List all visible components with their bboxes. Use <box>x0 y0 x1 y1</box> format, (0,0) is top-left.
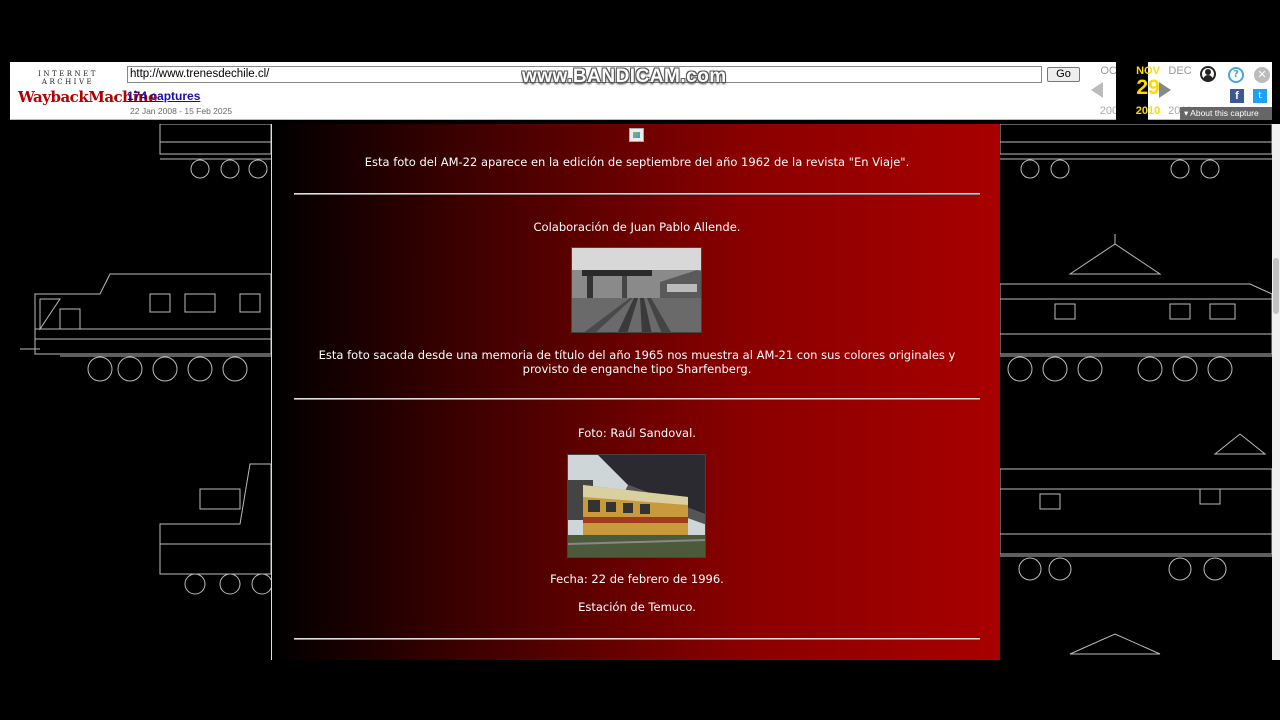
credit-sandoval: Foto: Raúl Sandoval. <box>578 426 696 440</box>
photo-temuco[interactable] <box>567 454 706 558</box>
user-icon[interactable] <box>1200 66 1216 82</box>
capture-range: 22 Jan 2008 - 15 Feb 2025 <box>130 106 233 116</box>
scrollbar-thumb[interactable] <box>1273 258 1279 314</box>
caption-am22: Esta foto del AM-22 aparece en la edició… <box>364 155 910 169</box>
about-capture-label: About this capture <box>1190 108 1259 118</box>
broken-image-icon <box>629 128 644 142</box>
facebook-icon[interactable]: f <box>1230 89 1244 103</box>
next-month: DEC <box>1168 65 1192 77</box>
prev-month-nav[interactable]: OCT 2009 <box>1082 62 1124 120</box>
help-icon[interactable]: ? <box>1228 67 1244 83</box>
divider-2 <box>294 398 980 400</box>
logo-main-text: WaybackMachine <box>18 88 158 106</box>
divider-3 <box>294 638 980 640</box>
divider-1 <box>294 193 980 195</box>
photo-am21-image <box>572 248 701 332</box>
go-button[interactable]: Go <box>1047 67 1080 82</box>
logo-top-text: INTERNET ARCHIVE <box>38 70 98 86</box>
credit-allende: Colaboración de Juan Pablo Allende. <box>533 220 741 234</box>
photo-date: Fecha: 22 de febrero de 1996. <box>550 572 724 586</box>
train-pattern-left <box>20 124 271 595</box>
current-capture: NOV 29 2010 <box>1116 62 1160 120</box>
wayback-logo[interactable]: INTERNET ARCHIVE WaybackMachine <box>18 70 158 110</box>
left-train-background <box>0 124 271 660</box>
arrow-left-icon[interactable] <box>1091 82 1103 98</box>
bandicam-watermark: www.BANDICAM.com <box>522 66 727 87</box>
twitter-icon[interactable]: t <box>1253 89 1267 103</box>
photo-temuco-image <box>568 455 705 557</box>
arrow-right-icon[interactable] <box>1159 82 1171 98</box>
right-train-background <box>1000 124 1272 660</box>
photo-am21[interactable] <box>571 247 702 333</box>
letterbox-bottom <box>0 660 1280 720</box>
photo-station: Estación de Temuco. <box>578 600 696 614</box>
page-viewport: Esta foto del AM-22 aparece en la edició… <box>0 124 1272 660</box>
train-pattern-right <box>1000 124 1272 655</box>
close-icon[interactable]: ✕ <box>1254 67 1270 83</box>
about-capture-button[interactable]: ▾ About this capture <box>1180 107 1272 120</box>
content-column: Esta foto del AM-22 aparece en la edició… <box>271 124 1000 660</box>
captures-link[interactable]: 174 captures <box>127 89 200 103</box>
caption-am21: Esta foto sacada desde una memoria de tí… <box>318 348 956 376</box>
next-month-nav[interactable]: DEC 2011 <box>1150 62 1192 120</box>
vertical-scrollbar[interactable] <box>1272 124 1280 660</box>
